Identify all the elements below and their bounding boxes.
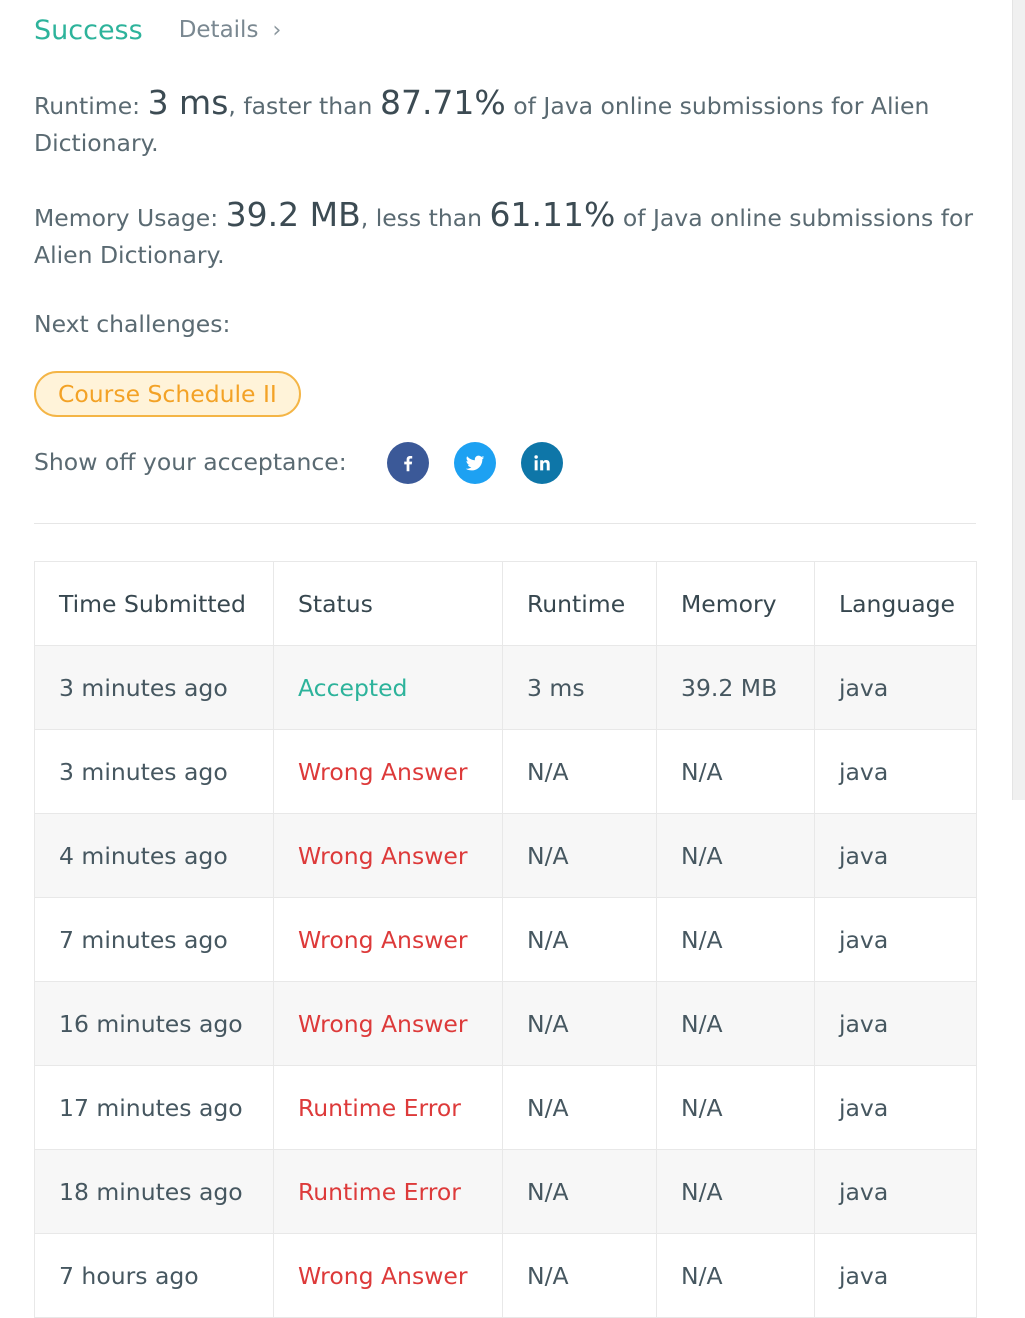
status-cell[interactable]: Accepted — [273, 645, 503, 730]
memory-cell: N/A — [656, 1233, 815, 1318]
status-cell[interactable]: Wrong Answer — [273, 1233, 503, 1318]
table-row[interactable]: 17 minutes ago Runtime Error N/A N/A java — [34, 1065, 977, 1150]
details-link[interactable]: Details › — [179, 17, 282, 43]
section-divider — [34, 523, 976, 524]
language-cell: java — [814, 645, 977, 730]
column-header-language[interactable]: Language — [814, 561, 977, 646]
language-cell: java — [814, 1065, 977, 1150]
runtime-cell: 3 ms — [502, 645, 657, 730]
memory-cell: N/A — [656, 981, 815, 1066]
runtime-middle-text: , faster than — [228, 92, 373, 120]
runtime-value: 3 ms — [147, 83, 229, 122]
status-cell[interactable]: Wrong Answer — [273, 729, 503, 814]
memory-value: 39.2 MB — [225, 195, 361, 234]
table-row[interactable]: 7 hours ago Wrong Answer N/A N/A java — [34, 1233, 977, 1318]
status-cell[interactable]: Runtime Error — [273, 1149, 503, 1234]
time-cell: 7 minutes ago — [34, 897, 274, 982]
status-cell[interactable]: Runtime Error — [273, 1065, 503, 1150]
memory-cell: N/A — [656, 813, 815, 898]
next-challenges-label: Next challenges: — [34, 310, 231, 338]
table-header-row: Time Submitted Status Runtime Memory Lan… — [34, 561, 977, 646]
column-header-time[interactable]: Time Submitted — [34, 561, 274, 646]
memory-cell: N/A — [656, 1065, 815, 1150]
runtime-cell: N/A — [502, 897, 657, 982]
submissions-table: Time Submitted Status Runtime Memory Lan… — [34, 561, 977, 1318]
time-cell: 3 minutes ago — [34, 645, 274, 730]
result-header: Success Details › — [34, 12, 281, 48]
runtime-percent: 87.71% — [379, 83, 506, 122]
chevron-right-icon: › — [272, 17, 282, 43]
table-row[interactable]: 3 minutes ago Wrong Answer N/A N/A java — [34, 729, 977, 814]
next-challenge-button[interactable]: Course Schedule II — [34, 371, 301, 417]
table-row[interactable]: 18 minutes ago Runtime Error N/A N/A java — [34, 1149, 977, 1234]
status-cell[interactable]: Wrong Answer — [273, 981, 503, 1066]
time-cell: 7 hours ago — [34, 1233, 274, 1318]
memory-middle-text: , less than — [360, 204, 483, 232]
memory-stat: Memory Usage: 39.2 MB, less than 61.11% … — [34, 196, 974, 274]
memory-cell: N/A — [656, 1149, 815, 1234]
runtime-cell: N/A — [502, 981, 657, 1066]
language-cell: java — [814, 729, 977, 814]
memory-cell: 39.2 MB — [656, 645, 815, 730]
memory-cell: N/A — [656, 897, 815, 982]
share-label: Show off your acceptance: — [34, 448, 347, 476]
language-cell: java — [814, 897, 977, 982]
facebook-share-button[interactable] — [387, 442, 429, 484]
status-cell[interactable]: Wrong Answer — [273, 813, 503, 898]
runtime-cell: N/A — [502, 1149, 657, 1234]
language-cell: java — [814, 981, 977, 1066]
details-label: Details — [178, 17, 259, 43]
next-challenge-label: Course Schedule II — [58, 380, 277, 408]
table-row[interactable]: 3 minutes ago Accepted 3 ms 39.2 MB java — [34, 645, 977, 730]
time-cell: 16 minutes ago — [34, 981, 274, 1066]
column-header-runtime[interactable]: Runtime — [502, 561, 657, 646]
time-cell: 4 minutes ago — [34, 813, 274, 898]
status-cell[interactable]: Wrong Answer — [273, 897, 503, 982]
language-cell: java — [814, 813, 977, 898]
language-cell: java — [814, 1233, 977, 1318]
memory-cell: N/A — [656, 729, 815, 814]
runtime-cell: N/A — [502, 813, 657, 898]
page-scrollbar[interactable] — [1012, 0, 1025, 800]
memory-percent: 61.11% — [489, 195, 616, 234]
twitter-icon — [465, 455, 485, 471]
time-cell: 18 minutes ago — [34, 1149, 274, 1234]
twitter-share-button[interactable] — [454, 442, 496, 484]
column-header-status[interactable]: Status — [273, 561, 503, 646]
runtime-cell: N/A — [502, 1065, 657, 1150]
table-row[interactable]: 16 minutes ago Wrong Answer N/A N/A java — [34, 981, 977, 1066]
linkedin-share-button[interactable] — [521, 442, 563, 484]
linkedin-icon — [534, 455, 550, 471]
runtime-label: Runtime: — [34, 92, 141, 120]
runtime-cell: N/A — [502, 1233, 657, 1318]
column-header-memory[interactable]: Memory — [656, 561, 815, 646]
time-cell: 3 minutes ago — [34, 729, 274, 814]
time-cell: 17 minutes ago — [34, 1065, 274, 1150]
memory-label: Memory Usage: — [34, 204, 219, 232]
result-status: Success — [34, 14, 143, 46]
runtime-cell: N/A — [502, 729, 657, 814]
runtime-stat: Runtime: 3 ms, faster than 87.71% of Jav… — [34, 84, 974, 162]
table-row[interactable]: 7 minutes ago Wrong Answer N/A N/A java — [34, 897, 977, 982]
table-row[interactable]: 4 minutes ago Wrong Answer N/A N/A java — [34, 813, 977, 898]
facebook-icon — [404, 455, 413, 472]
language-cell: java — [814, 1149, 977, 1234]
